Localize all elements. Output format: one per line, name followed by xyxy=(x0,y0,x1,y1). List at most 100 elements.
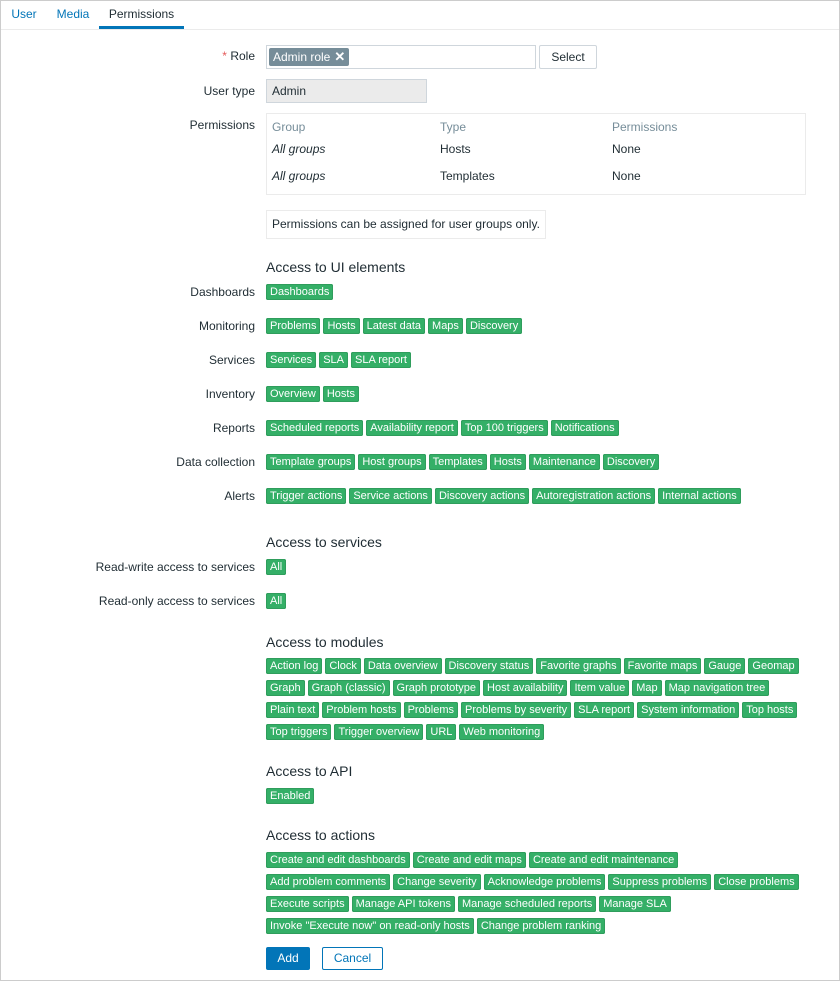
cancel-button[interactable]: Cancel xyxy=(322,947,383,970)
permission-tag: Execute scripts xyxy=(266,896,349,912)
permission-tag: Trigger actions xyxy=(266,488,347,504)
permission-tag: All xyxy=(266,593,287,609)
permission-tag: Latest data xyxy=(362,318,426,334)
tag-list: All xyxy=(266,559,287,575)
tab-permissions[interactable]: Permissions xyxy=(99,1,184,29)
tag-list: Plain text Problem hosts Problems Problems … xyxy=(266,702,798,718)
tag-list: Invoke "Execute now" on read-only hosts C… xyxy=(266,918,606,934)
permission-tag: Manage API tokens xyxy=(351,896,455,912)
permission-tag: Top 100 triggers xyxy=(460,420,548,436)
permission-tag: URL xyxy=(426,724,457,740)
tag-list: All xyxy=(266,593,287,609)
column-header-permissions: Permissions xyxy=(612,120,678,134)
permissions-table: Group Type Permissions All groups Hosts … xyxy=(266,113,806,195)
ui-element-label: Alerts xyxy=(224,489,255,503)
ui-element-label: Dashboards xyxy=(190,285,255,299)
permission-tag: SLA xyxy=(319,352,348,368)
permission-tag: Autoregistration actions xyxy=(532,488,656,504)
role-select-button[interactable]: Select xyxy=(539,45,597,69)
permission-tag: All xyxy=(266,559,287,575)
tag-list: Create and edit dashboards Create and edi… xyxy=(266,852,679,868)
user-type-field: Admin xyxy=(266,79,427,103)
role-chip-label: Admin role xyxy=(273,50,331,64)
permission-tag: Geomap xyxy=(748,658,799,674)
permission-tag: Hosts xyxy=(323,318,360,334)
permission-tag: Graph prototype xyxy=(392,680,481,696)
tag-list: Trigger actions Service actions Discovery … xyxy=(266,488,741,504)
ui-element-label: Data collection xyxy=(176,455,255,469)
permission-tag: Change problem ranking xyxy=(476,918,606,934)
permission-tag: Manage SLA xyxy=(599,896,671,912)
tag-list: Graph Graph (classic) Graph prototype Host … xyxy=(266,680,770,696)
tab-user[interactable]: User xyxy=(1,1,47,29)
permission-tag: Clock xyxy=(325,658,361,674)
ui-element-label: Inventory xyxy=(205,387,255,401)
ui-element-label: Monitoring xyxy=(198,319,255,333)
permission-tag: Dashboards xyxy=(266,284,334,300)
permission-tag: Map navigation tree xyxy=(664,680,770,696)
column-header-type: Type xyxy=(440,120,467,134)
tag-list: Action log Clock Data overview Discovery st… xyxy=(266,658,799,674)
permission-tag: System information xyxy=(637,702,740,718)
permission-tag: Favorite graphs xyxy=(536,658,621,674)
permission-tag: Suppress problems xyxy=(608,874,712,890)
tab-bar: User Media Permissions xyxy=(1,1,839,30)
table-row-type: Templates xyxy=(440,169,495,183)
permission-tag: Change severity xyxy=(393,874,481,890)
permission-tag: SLA report xyxy=(574,702,635,718)
permission-tag: Favorite maps xyxy=(623,658,702,674)
tag-list: Execute scripts Manage API tokens Manage s… xyxy=(266,896,671,912)
permission-tag: Enabled xyxy=(266,788,315,804)
modules-title: Access to modules xyxy=(266,634,384,650)
user-form-frame: User Media Permissions * Role Admin role… xyxy=(0,0,840,981)
permission-tag: Add problem comments xyxy=(266,874,391,890)
tag-list: Dashboards xyxy=(266,284,334,300)
permission-tag: Host availability xyxy=(483,680,568,696)
permission-tag: Overview xyxy=(266,386,320,402)
permission-tag: Trigger overview xyxy=(334,724,424,740)
permission-tag: Templates xyxy=(428,454,487,470)
permission-tag: Maintenance xyxy=(528,454,600,470)
tag-list: Add problem comments Change severity Ackno… xyxy=(266,874,799,890)
column-header-group: Group xyxy=(272,120,306,134)
close-icon[interactable]: ✕ xyxy=(334,49,345,64)
permission-tag: Hosts xyxy=(489,454,526,470)
permission-tag: Availability report xyxy=(366,420,458,436)
tag-list: Problems Hosts Latest data Maps Discovery xyxy=(266,318,523,334)
role-chip: Admin role ✕ xyxy=(269,48,350,66)
permission-tag: Host groups xyxy=(358,454,426,470)
permission-tag: Discovery status xyxy=(444,658,534,674)
tag-list: Enabled xyxy=(266,788,315,804)
permission-tag: Acknowledge problems xyxy=(483,874,606,890)
permission-tag: Data overview xyxy=(363,658,442,674)
role-multiselect[interactable]: Admin role ✕ xyxy=(266,45,536,69)
permission-tag: Discovery xyxy=(465,318,523,334)
tag-list: Top triggers Trigger overview URL Web monit… xyxy=(266,724,545,740)
permission-tag: Create and edit maps xyxy=(412,852,526,868)
permission-tag: Problems by severity xyxy=(461,702,572,718)
permission-tag: Web monitoring xyxy=(459,724,545,740)
services-title: Access to services xyxy=(266,534,382,550)
ui-element-label: Reports xyxy=(212,421,255,435)
tab-media[interactable]: Media xyxy=(47,1,99,29)
add-button[interactable]: Add xyxy=(266,947,310,970)
permission-tag: Top hosts xyxy=(742,702,798,718)
tag-list: Services SLA SLA report xyxy=(266,352,411,368)
permission-tag: Services xyxy=(266,352,317,368)
user-type-label: User type xyxy=(203,84,255,98)
permission-tag: Gauge xyxy=(704,658,746,674)
ui-element-label: Services xyxy=(208,353,255,367)
service-access-label: Read-write access to services xyxy=(95,560,255,574)
role-label: * Role xyxy=(222,49,255,63)
table-row-group: All groups xyxy=(272,142,326,156)
permissions-info: Permissions can be assigned for user gro… xyxy=(266,210,546,239)
table-row-group: All groups xyxy=(272,169,326,183)
permission-tag: SLA report xyxy=(350,352,411,368)
permission-tag: Discovery actions xyxy=(434,488,530,504)
required-marker: * xyxy=(222,49,227,63)
permission-tag: Manage scheduled reports xyxy=(458,896,597,912)
tag-list: Scheduled reports Availability report Top … xyxy=(266,420,619,436)
permission-tag: Notifications xyxy=(550,420,619,436)
table-row-type: Hosts xyxy=(440,142,471,156)
permission-tag: Service actions xyxy=(349,488,432,504)
